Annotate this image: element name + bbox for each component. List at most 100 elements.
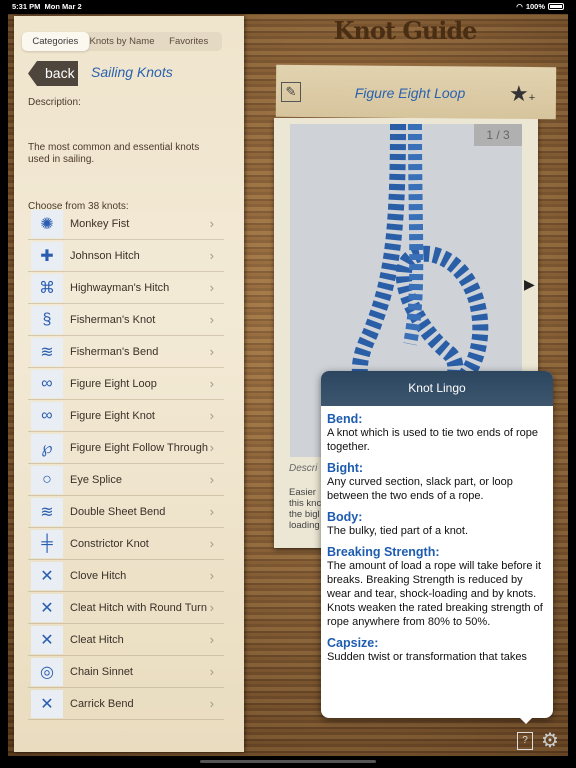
tab-favorites[interactable]: Favorites (155, 32, 222, 51)
knot-thumbnail: ∞ (31, 401, 63, 430)
knot-thumbnail: ∞ (31, 369, 63, 398)
knot-thumbnail: ✕ (31, 689, 63, 718)
chevron-right-icon: › (209, 632, 214, 647)
knot-list-item[interactable]: ◎ Chain Sinnet › (28, 656, 224, 688)
knot-title: Figure Eight Loop (354, 85, 466, 101)
knot-list-item[interactable]: ∞ Figure Eight Loop › (28, 368, 224, 400)
chevron-right-icon: › (209, 376, 214, 391)
knot-thumbnail: ✕ (31, 561, 63, 590)
tab-categories[interactable]: Categories (22, 32, 89, 51)
chevron-right-icon: › (209, 600, 214, 615)
battery-icon (548, 3, 564, 10)
knot-name: Constrictor Knot (70, 537, 149, 550)
knot-name: Johnson Hitch (70, 249, 140, 262)
knot-thumbnail: ✕ (31, 625, 63, 654)
knot-list-item[interactable]: ℘ Figure Eight Follow Through › (28, 432, 224, 464)
knot-thumbnail: ✕ (31, 593, 63, 622)
battery-percent: 100% (525, 2, 545, 11)
page-indicator: 1 / 3 (474, 124, 522, 146)
chevron-right-icon: › (209, 280, 214, 295)
pencil-icon[interactable]: ✎ (281, 82, 301, 102)
chevron-right-icon: › (209, 408, 214, 423)
wifi-icon: ◠ (516, 2, 523, 11)
glossary-definition: The bulky, tied part of a knot. (327, 525, 469, 537)
knot-thumbnail: ✺ (31, 209, 63, 238)
knot-list-item[interactable]: ✕ Cleat Hitch with Round Turn › (28, 592, 224, 624)
knot-list-item[interactable]: ⌘ Highwayman's Hitch › (28, 272, 224, 304)
knot-name: Figure Eight Knot (70, 409, 155, 422)
home-indicator (200, 760, 376, 763)
back-button[interactable]: back (28, 61, 78, 86)
knot-description-label: Descri (289, 463, 318, 474)
date: Mon Mar 2 (44, 2, 82, 11)
chevron-right-icon: › (209, 248, 214, 263)
chevron-right-icon: › (209, 536, 214, 551)
glossary-term: Breaking Strength: (327, 545, 440, 559)
chevron-right-icon: › (209, 504, 214, 519)
popover-arrow (519, 717, 533, 724)
knot-list-item[interactable]: § Fisherman's Knot › (28, 304, 224, 336)
chevron-right-icon: › (209, 344, 214, 359)
knot-list-item[interactable]: ✕ Clove Hitch › (28, 560, 224, 592)
glossary-term: Bight: (327, 461, 364, 475)
knot-list-item[interactable]: ○ Eye Splice › (28, 464, 224, 496)
knot-name: Monkey Fist (70, 217, 130, 230)
knot-thumbnail: ◎ (31, 657, 63, 686)
glossary-definition: Any curved section, slack part, or loop … (327, 476, 513, 502)
knot-thumbnail: ⌘ (31, 273, 63, 302)
chevron-right-icon: › (209, 472, 214, 487)
knot-name: Carrick Bend (70, 697, 134, 710)
knot-thumbnail: ℘ (31, 433, 63, 462)
knot-list-item[interactable]: ✺ Monkey Fist › (28, 208, 224, 240)
time: 5:31 PM (12, 2, 41, 11)
glossary-definition: A knot which is used to tie two ends of … (327, 427, 538, 453)
knot-list-item[interactable]: ✕ Carrick Bend › (28, 688, 224, 720)
glossary-list[interactable]: Bend: A knot which is used to tie two end… (321, 406, 553, 670)
knot-list-item[interactable]: ✚ Johnson Hitch › (28, 240, 224, 272)
help-book-icon[interactable]: ? (517, 732, 533, 750)
chevron-right-icon: › (209, 312, 214, 327)
glossary-term: Body: (327, 510, 363, 524)
knot-thumbnail: ≋ (31, 497, 63, 526)
knot-name: Cleat Hitch with Round Turn (70, 601, 207, 614)
knot-name: Fisherman's Bend (70, 345, 159, 358)
popover-title: Knot Lingo (321, 371, 553, 406)
glossary-term: Bend: (327, 412, 363, 426)
knot-name: Eye Splice (70, 473, 122, 486)
knot-list-item[interactable]: ∞ Figure Eight Knot › (28, 400, 224, 432)
knot-thumbnail: ≋ (31, 337, 63, 366)
knot-name: Fisherman's Knot (70, 313, 156, 326)
chevron-right-icon: › (209, 568, 214, 583)
knot-thumbnail: ╪ (31, 529, 63, 558)
knot-name: Chain Sinnet (70, 665, 133, 678)
knot-list-item[interactable]: ≋ Double Sheet Bend › (28, 496, 224, 528)
knot-thumbnail: § (31, 305, 63, 334)
knot-name: Figure Eight Follow Through (70, 441, 208, 454)
knot-list-item[interactable]: ╪ Constrictor Knot › (28, 528, 224, 560)
chevron-right-icon: › (209, 664, 214, 679)
next-arrow-icon[interactable]: ▶ (524, 276, 535, 293)
knot-thumbnail: ✚ (31, 241, 63, 270)
gear-icon[interactable]: ⚙ (541, 728, 559, 753)
chevron-right-icon: › (209, 216, 214, 231)
glossary-term: Capsize: (327, 636, 379, 650)
status-bar: 5:31 PM Mon Mar 2 ◠ 100% (0, 0, 576, 13)
knot-name: Figure Eight Loop (70, 377, 157, 390)
status-time: 5:31 PM Mon Mar 2 (12, 2, 82, 11)
star-plus-icon[interactable]: ★+ (509, 81, 535, 107)
app-title: Knot Guide (333, 16, 478, 45)
sidebar-tabs: Categories Knots by Name Favorites (22, 32, 222, 51)
knot-lingo-popover: Knot Lingo Bend: A knot which is used to … (321, 371, 553, 718)
knot-list-item[interactable]: ≋ Fisherman's Bend › (28, 336, 224, 368)
glossary-definition: Sudden twist or transformation that take… (327, 651, 527, 663)
knot-name: Clove Hitch (70, 569, 127, 582)
chevron-right-icon: › (209, 696, 214, 711)
chevron-right-icon: › (209, 440, 214, 455)
knot-list: ✺ Monkey Fist › ✚ Johnson Hitch › ⌘ Highwayman'… (28, 208, 224, 720)
knot-thumbnail: ○ (31, 465, 63, 494)
knot-name: Cleat Hitch (70, 633, 124, 646)
knot-list-item[interactable]: ✕ Cleat Hitch › (28, 624, 224, 656)
glossary-definition: The amount of load a rope will take befo… (327, 560, 543, 628)
knot-name: Double Sheet Bend (70, 505, 166, 518)
tab-knots-by-name[interactable]: Knots by Name (89, 32, 156, 51)
